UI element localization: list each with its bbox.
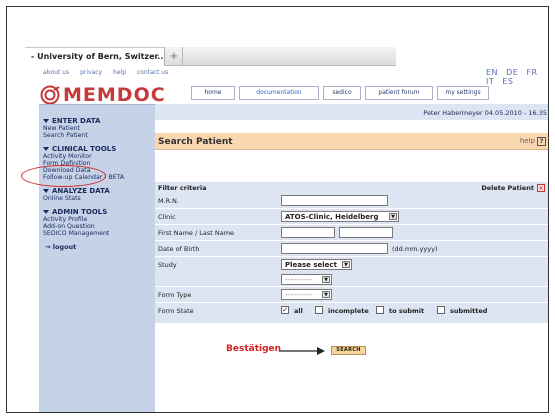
link-about-us[interactable]: about us	[43, 69, 69, 76]
study-label: Study	[158, 261, 177, 269]
sidebar-item-addon-question[interactable]: Add-on Question	[39, 223, 155, 230]
row-study: Study Please select ▼ --------- ▼	[155, 257, 548, 287]
main-nav: home documentation sedico patient forum …	[191, 86, 493, 100]
collapse-triangle-icon	[43, 189, 49, 193]
collapse-triangle-icon	[43, 119, 49, 123]
sidebar-item-search-patient[interactable]: Search Patient	[39, 132, 155, 139]
nav-my-settings[interactable]: my settings	[437, 86, 489, 100]
lang-it[interactable]: IT	[486, 77, 494, 86]
dob-label: Date of Birth	[158, 245, 200, 253]
arrow-right-icon: →	[45, 243, 51, 251]
user-bar: Peter Habermeyer 04.05.2010 - 16.35	[155, 104, 548, 120]
state-incomplete-checkbox[interactable]	[315, 306, 323, 314]
row-dob: Date of Birth (dd.mm.yyyy)	[155, 241, 548, 257]
lang-es[interactable]: ES	[502, 77, 513, 86]
nav-sedico[interactable]: sedico	[323, 86, 361, 100]
chevron-down-icon: ▼	[322, 291, 330, 298]
link-contact-us[interactable]: contact us	[137, 69, 168, 76]
collapse-triangle-icon	[43, 210, 49, 214]
sidebar-item-sedico-management[interactable]: SEDICO Management	[39, 230, 155, 237]
logo-text: MEMDOC	[63, 84, 166, 106]
nav-documentation[interactable]: documentation	[239, 86, 319, 100]
memdoc-logo-icon	[40, 85, 60, 105]
sidebar-item-activity-profile[interactable]: Activity Profile	[39, 216, 155, 223]
nav-home[interactable]: home	[191, 86, 235, 100]
chevron-down-icon: ▼	[322, 276, 330, 283]
form-type-label: Form Type	[158, 291, 192, 299]
link-privacy[interactable]: privacy	[80, 69, 102, 76]
form-state-label: Form State	[158, 307, 194, 315]
help-icon[interactable]: ?	[537, 137, 546, 146]
new-tab-button[interactable]: +	[166, 47, 183, 66]
lang-fr[interactable]: FR	[526, 68, 537, 77]
row-mrn: M.R.N.	[155, 193, 548, 209]
last-name-input[interactable]	[339, 227, 393, 238]
first-name-input[interactable]	[281, 227, 335, 238]
mrn-input[interactable]	[281, 195, 388, 206]
link-help[interactable]: help	[113, 69, 126, 76]
browser-tab[interactable]: - University of Bern, Switzer...	[25, 47, 165, 66]
state-all-label: all	[294, 307, 303, 315]
sidebar-item-new-patient[interactable]: New Patient	[39, 125, 155, 132]
delete-patient-button[interactable]: Delete Patient ×	[481, 184, 545, 192]
screenshot-frame: - University of Bern, Switzer... + about…	[6, 6, 549, 413]
sidebar-section-admin-tools[interactable]: ADMIN TOOLS	[39, 208, 155, 216]
chevron-down-icon: ▼	[342, 261, 350, 268]
sidebar-section-enter-data[interactable]: ENTER DATA	[39, 117, 155, 125]
help-link[interactable]: help?	[520, 137, 546, 146]
language-switcher: EN DE FR IT ES	[481, 68, 548, 86]
row-clinic: Clinic ATOS-Clinic, Heidelberg ▼	[155, 209, 548, 225]
sidebar-item-activity-monitor[interactable]: Activity Monitor	[39, 153, 155, 160]
delete-icon[interactable]: ×	[537, 184, 545, 192]
search-patient-header: Search Patient help?	[155, 133, 548, 150]
dob-format-hint: (dd.mm.yyyy)	[392, 245, 438, 253]
form-type-select[interactable]: --------- ▼	[281, 289, 332, 300]
study-sub-select[interactable]: --------- ▼	[281, 274, 332, 285]
arrow-right-annotation-icon	[279, 347, 325, 355]
state-to-submit-checkbox[interactable]	[376, 306, 384, 314]
sidebar-item-online-stats[interactable]: Online Stats	[39, 195, 155, 202]
search-button[interactable]: SEARCH	[331, 346, 366, 355]
row-form-type: Form Type --------- ▼	[155, 287, 548, 303]
search-form: M.R.N. Clinic ATOS-Clinic, Heidelberg ▼ …	[155, 193, 548, 323]
row-form-state: Form State ✓ all incomplete to submit su…	[155, 303, 548, 319]
utility-nav: about us privacy help contact us	[43, 69, 177, 76]
collapse-triangle-icon	[43, 147, 49, 151]
mrn-label: M.R.N.	[158, 197, 179, 205]
study-select[interactable]: Please select ▼	[281, 259, 352, 270]
lang-de[interactable]: DE	[506, 68, 518, 77]
page-title: Search Patient	[158, 137, 233, 147]
clinic-select[interactable]: ATOS-Clinic, Heidelberg ▼	[281, 211, 399, 222]
filter-bar: Filter criteria Delete Patient ×	[155, 182, 548, 193]
state-to-submit-label: to submit	[389, 307, 425, 315]
state-submitted-checkbox[interactable]	[437, 306, 445, 314]
sidebar-section-clinical-tools[interactable]: CLINICAL TOOLS	[39, 145, 155, 153]
sidebar-section-analyze-data[interactable]: ANALYZE DATA	[39, 187, 155, 195]
row-name: First Name / Last Name	[155, 225, 548, 241]
browser-tabstrip: - University of Bern, Switzer... +	[25, 47, 396, 66]
filter-criteria-label: Filter criteria	[158, 184, 207, 192]
state-incomplete-label: incomplete	[328, 307, 369, 315]
state-submitted-label: submitted	[450, 307, 488, 315]
name-label: First Name / Last Name	[158, 229, 235, 237]
highlight-circle-annotation	[21, 165, 106, 187]
nav-patient-forum[interactable]: patient forum	[365, 86, 433, 100]
bestaetigen-annotation: Bestätigen	[226, 344, 282, 354]
clinic-label: Clinic	[158, 213, 176, 221]
page: about us privacy help contact us EN DE F…	[21, 66, 548, 412]
chevron-down-icon: ▼	[389, 213, 397, 220]
sidebar: ENTER DATA New Patient Search Patient CL…	[21, 104, 155, 412]
lang-en[interactable]: EN	[486, 68, 498, 77]
state-all-checkbox[interactable]: ✓	[281, 306, 289, 314]
dob-input[interactable]	[281, 243, 388, 254]
logout-link[interactable]: → logout	[39, 243, 155, 251]
